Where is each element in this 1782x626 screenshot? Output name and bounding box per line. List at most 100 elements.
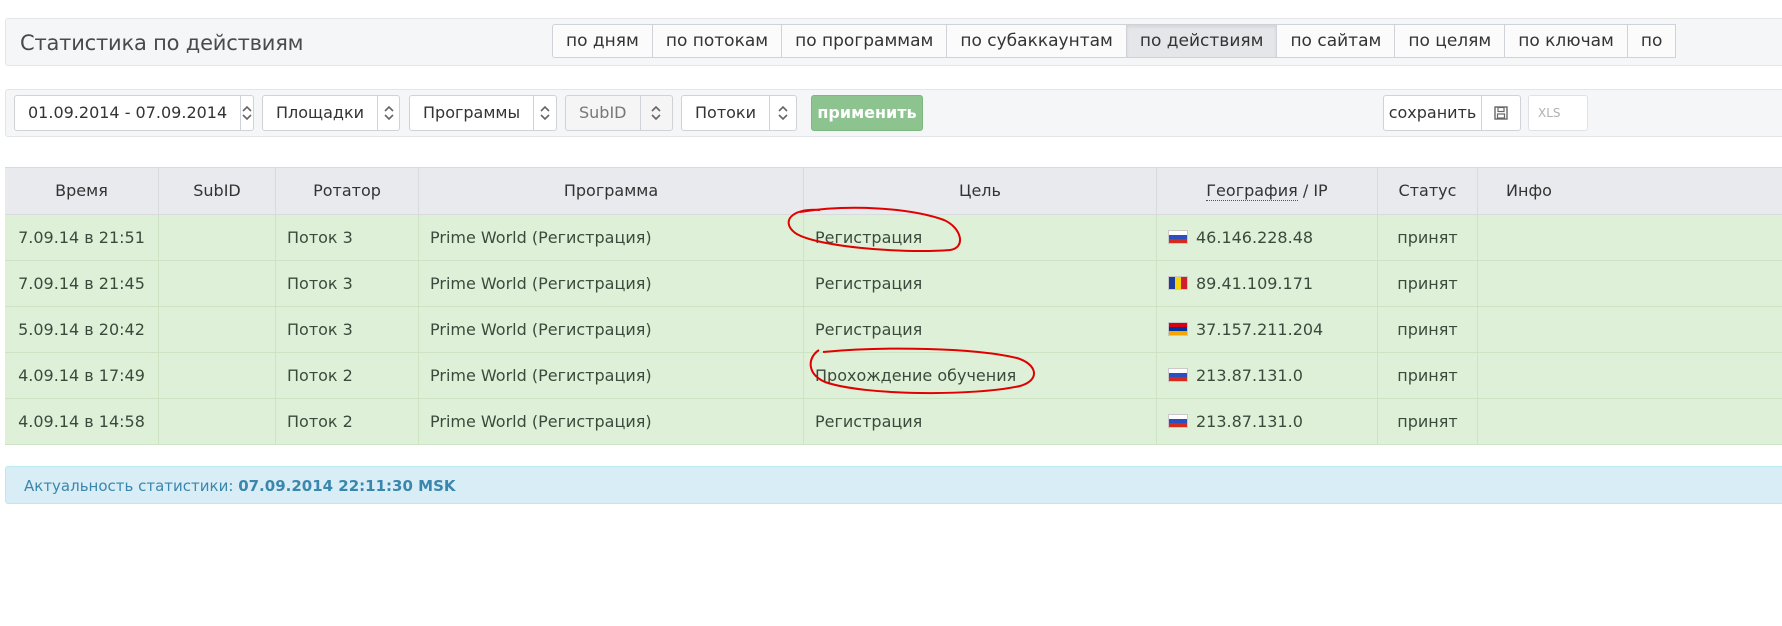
cell-info [1478,399,1580,445]
table-row: 4.09.14 в 14:58 Поток 2 Prime World (Рег… [5,399,1782,445]
cell-program: Prime World (Регистрация) [419,353,804,399]
programs-select[interactable]: Программы [409,95,557,131]
russia-flag-icon [1168,368,1188,382]
streams-select[interactable]: Потоки [681,95,797,131]
freshness-label: Актуальность статистики: [24,477,234,495]
cell-status: принят [1378,215,1478,261]
date-range-value: 01.09.2014 - 07.09.2014 [28,103,228,122]
cell-geo-ip: 213.87.131.0 [1157,353,1378,399]
cell-info [1478,307,1580,353]
apply-button[interactable]: применить [811,95,923,131]
col-geo-ip[interactable]: География / IP [1157,168,1378,214]
cell-subid [159,307,276,353]
updown-caret-icon [769,96,796,130]
sites-label: Площадки [276,103,365,122]
tab-by-actions[interactable]: по действиям [1125,24,1278,58]
cell-goal: Регистрация [804,215,1157,261]
table-header: Время SubID Ротатор Программа Цель Геогр… [5,167,1782,215]
tab-by-sites[interactable]: по сайтам [1276,24,1396,58]
cell-goal: Регистрация [804,261,1157,307]
export-xls-button[interactable]: XLS [1528,95,1588,131]
save-button[interactable]: сохранить [1383,95,1521,131]
col-geo-link[interactable]: География [1206,181,1298,201]
tab-by-subaccounts[interactable]: по субаккаунтам [946,24,1127,58]
cell-subid [159,261,276,307]
cell-status: принят [1378,307,1478,353]
col-program[interactable]: Программа [419,168,804,214]
report-tabs: по дням по потокам по программам по суба… [552,24,1677,58]
russia-flag-icon [1168,414,1188,428]
cell-geo-ip: 213.87.131.0 [1157,399,1378,445]
cell-ip: 89.41.109.171 [1196,274,1314,293]
col-time[interactable]: Время [5,168,159,214]
cell-status: принят [1378,261,1478,307]
cell-geo-ip: 37.157.211.204 [1157,307,1378,353]
date-range-select[interactable]: 01.09.2014 - 07.09.2014 [14,95,254,131]
actions-table: Время SubID Ротатор Программа Цель Геогр… [5,167,1782,445]
cell-rotator: Поток 2 [276,399,419,445]
cell-time: 7.09.14 в 21:45 [5,261,159,307]
freshness-value: 07.09.2014 22:11:30 MSK [238,477,456,495]
cell-status: принят [1378,353,1478,399]
cell-program: Prime World (Регистрация) [419,399,804,445]
sites-select[interactable]: Площадки [262,95,400,131]
col-info[interactable]: Инфо [1478,168,1580,214]
cell-program: Prime World (Регистрация) [419,261,804,307]
cell-info [1478,215,1580,261]
tab-by-keys[interactable]: по ключам [1504,24,1628,58]
updown-caret-icon [639,96,673,130]
filter-panel: 01.09.2014 - 07.09.2014 Площадки Програм… [5,89,1782,137]
programs-label: Программы [423,103,521,122]
cell-program: Prime World (Регистрация) [419,215,804,261]
save-label: сохранить [1388,103,1477,122]
tab-by-streams[interactable]: по потокам [651,24,783,58]
updown-caret-icon [377,96,399,130]
cell-goal: Регистрация [804,399,1157,445]
cell-subid [159,353,276,399]
cell-geo-ip: 89.41.109.171 [1157,261,1378,307]
table-row: 5.09.14 в 20:42 Поток 3 Prime World (Рег… [5,307,1782,353]
tab-by-programs[interactable]: по программам [781,24,948,58]
updown-caret-icon [533,96,556,130]
russia-flag-icon [1168,230,1188,244]
moldova-flag-icon [1168,276,1188,290]
stats-freshness-bar: Актуальность статистики: 07.09.2014 22:1… [5,466,1782,504]
col-ip-label: / IP [1302,181,1328,200]
cell-time: 5.09.14 в 20:42 [5,307,159,353]
cell-ip: 213.87.131.0 [1196,412,1303,431]
subid-select[interactable]: SubID [565,95,673,131]
cell-time: 4.09.14 в 17:49 [5,353,159,399]
floppy-disk-icon [1481,96,1520,130]
cell-ip: 46.146.228.48 [1196,228,1314,247]
cell-time: 4.09.14 в 14:58 [5,399,159,445]
col-goal[interactable]: Цель [804,168,1157,214]
cell-info [1478,353,1580,399]
streams-label: Потоки [695,103,756,122]
cell-subid [159,399,276,445]
col-subid[interactable]: SubID [159,168,276,214]
cell-goal: Прохождение обучения [804,353,1157,399]
cell-program: Prime World (Регистрация) [419,307,804,353]
tab-more[interactable]: по [1626,24,1677,58]
armenia-flag-icon [1168,322,1188,336]
col-status[interactable]: Статус [1378,168,1478,214]
cell-rotator: Поток 2 [276,353,419,399]
cell-ip: 37.157.211.204 [1196,320,1324,339]
updown-caret-icon [240,96,253,130]
cell-rotator: Поток 3 [276,261,419,307]
tab-by-days[interactable]: по дням [552,24,653,58]
table-row: 4.09.14 в 17:49 Поток 2 Prime World (Рег… [5,353,1782,399]
page-title: Статистика по действиям [20,31,304,55]
cell-rotator: Поток 3 [276,215,419,261]
cell-geo-ip: 46.146.228.48 [1157,215,1378,261]
cell-info [1478,261,1580,307]
subid-label: SubID [579,103,627,122]
tab-by-goals[interactable]: по целям [1394,24,1506,58]
cell-ip: 213.87.131.0 [1196,366,1303,385]
cell-subid [159,215,276,261]
cell-goal: Регистрация [804,307,1157,353]
page-header: Статистика по действиям по дням по поток… [5,18,1782,66]
table-row: 7.09.14 в 21:51 Поток 3 Prime World (Рег… [5,215,1782,261]
cell-time: 7.09.14 в 21:51 [5,215,159,261]
col-rotator[interactable]: Ротатор [276,168,419,214]
